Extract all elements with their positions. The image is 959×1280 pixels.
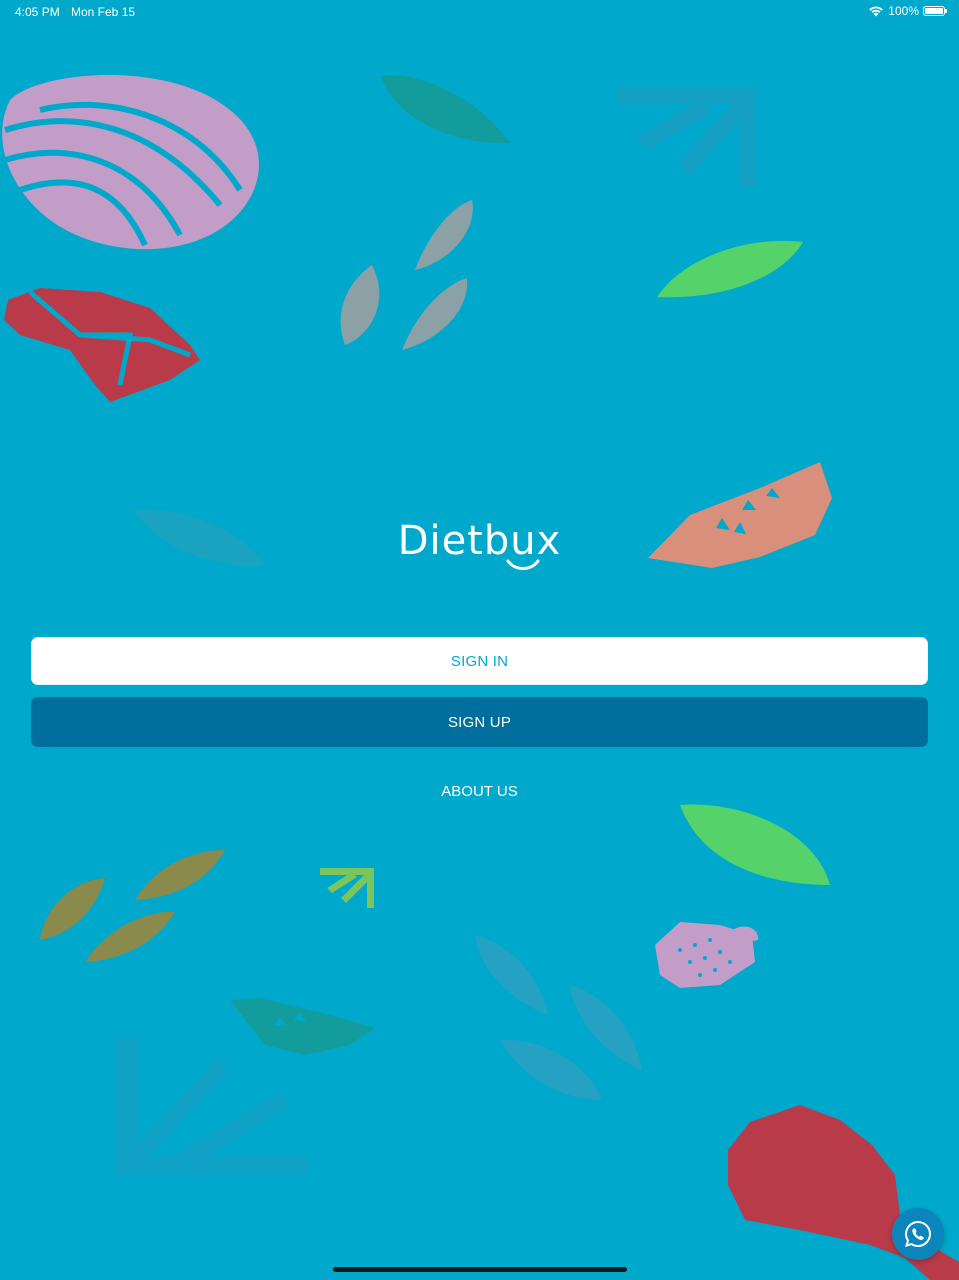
strawberry-illustration <box>655 922 759 988</box>
teal-leaf-illustration <box>380 75 510 144</box>
seeds-illustration-olive <box>40 850 225 962</box>
seeds-illustration-grey <box>340 200 473 350</box>
sign-in-button[interactable]: SIGN IN <box>31 637 928 685</box>
green-leaf-illustration <box>657 240 803 298</box>
status-indicators: 100% <box>868 4 947 18</box>
arrow-illustration-faded-bottom <box>116 1038 308 1175</box>
arrow-illustration-faded <box>618 88 756 188</box>
status-bar: 4:05 PM Mon Feb 15 100% <box>0 0 959 24</box>
small-arrow-illustration <box>320 868 374 908</box>
welcome-screen: 4:05 PM Mon Feb 15 100% Dietbux SIGN IN … <box>0 0 959 1280</box>
steak-illustration <box>4 288 200 402</box>
salmon-illustration <box>2 75 259 250</box>
sign-up-label: SIGN UP <box>447 713 512 731</box>
seeds-illustration-faded <box>475 935 642 1100</box>
sign-in-label: SIGN IN <box>450 652 509 670</box>
home-indicator <box>333 1267 627 1272</box>
status-time: 4:05 PM <box>15 5 60 19</box>
sign-up-button[interactable]: SIGN UP <box>31 697 928 747</box>
battery-icon <box>923 6 947 16</box>
whatsapp-icon <box>905 1220 931 1248</box>
green-leaf-illustration-bottom <box>680 804 830 885</box>
whatsapp-button[interactable] <box>892 1208 944 1260</box>
logo-smile-icon <box>506 559 540 570</box>
status-date: Mon Feb 15 <box>71 5 136 19</box>
battery-percentage: 100% <box>888 4 919 18</box>
teal-slice-illustration <box>230 998 375 1055</box>
wifi-icon <box>869 6 884 17</box>
about-us-link[interactable]: ABOUT US <box>0 783 959 800</box>
app-logo: Dietbux <box>0 518 959 570</box>
